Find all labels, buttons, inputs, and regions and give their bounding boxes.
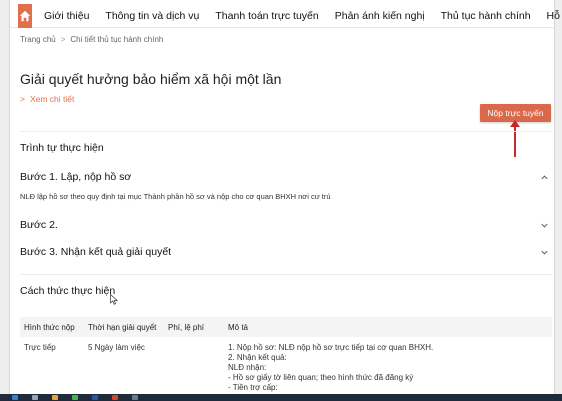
chevron-down-icon[interactable] [540, 248, 549, 257]
table-header-duration: Thời hạn giải quyết [88, 323, 157, 332]
annotation-arrow [514, 123, 516, 157]
nav-item-ho-tro[interactable]: Hỗ trợ [539, 10, 562, 22]
detail-link-label: Xem chi tiết [29, 94, 75, 104]
step-1-description: NLĐ lập hồ sơ theo quy định tại mục Thàn… [20, 192, 331, 201]
divider [20, 274, 552, 275]
table-header-fee: Phí, lệ phí [168, 323, 205, 332]
window-frame-right [554, 0, 562, 401]
table-cell-desc-line: 2. Nhận kết quả: [228, 353, 287, 362]
table-cell-desc-line: - Hồ sơ giấy tờ liên quan; theo hình thứ… [228, 373, 414, 382]
table-header-description: Mô tả [228, 323, 249, 332]
procedure-title: Trình tự thực hiện [20, 142, 104, 154]
page-title: Giải quyết hưởng bảo hiểm xã hội một lần [20, 71, 282, 87]
browser-icon[interactable] [72, 395, 78, 400]
home-button[interactable] [18, 3, 32, 28]
app-icon[interactable] [132, 395, 138, 400]
breadcrumb-separator: > [60, 35, 66, 44]
folder-icon[interactable] [52, 395, 58, 400]
mouse-cursor-icon [110, 294, 118, 305]
nav-item-thong-tin-dich-vu[interactable]: Thông tin và dịch vụ [97, 10, 207, 22]
app-icon[interactable] [112, 395, 118, 400]
search-icon[interactable] [32, 395, 38, 400]
nav-item-phan-anh[interactable]: Phản ánh kiến nghị [327, 10, 433, 22]
nav-item-thanh-toan[interactable]: Thanh toán trực tuyến [207, 10, 326, 22]
step-1-title[interactable]: Bước 1. Lập, nộp hồ sơ [20, 171, 131, 183]
breadcrumb-current: Chi tiết thủ tục hành chính [70, 35, 164, 44]
step-3-title[interactable]: Bước 3. Nhận kết quả giải quyết [20, 246, 171, 258]
breadcrumb: Trang chủ > Chi tiết thủ tục hành chính [20, 35, 163, 44]
window-frame-left [0, 0, 10, 401]
nav-item-thu-tuc[interactable]: Thủ tục hành chính [433, 10, 539, 22]
method-title: Cách thức thực hiện [20, 285, 116, 297]
chevron-right-icon: > [20, 94, 25, 104]
detail-link[interactable]: > Xem chi tiết [20, 94, 74, 104]
home-icon [19, 10, 31, 21]
breadcrumb-home[interactable]: Trang chủ [20, 35, 56, 44]
top-navbar: Giới thiệu Thông tin và dịch vụ Thanh to… [10, 3, 562, 28]
word-icon[interactable] [92, 395, 98, 400]
table-cell-desc-line: - Tiền trợ cấp: [228, 383, 278, 392]
chevron-up-icon[interactable] [540, 173, 549, 182]
table-cell-duration: 5 Ngày làm việc [88, 343, 145, 352]
divider [20, 131, 552, 132]
table-cell-form: Trực tiếp [24, 343, 56, 352]
table-cell-desc-line: NLĐ nhận: [228, 363, 267, 372]
table-cell-desc-line: 1. Nộp hồ sơ: NLĐ nộp hồ sơ trực tiếp tạ… [228, 343, 434, 352]
step-2-title[interactable]: Bước 2. [20, 219, 58, 231]
table-header-form: Hình thức nộp [24, 323, 75, 332]
chevron-down-icon[interactable] [540, 221, 549, 230]
start-icon[interactable] [12, 395, 18, 400]
nav-item-gioi-thieu[interactable]: Giới thiệu [36, 10, 97, 22]
os-taskbar [0, 394, 562, 401]
